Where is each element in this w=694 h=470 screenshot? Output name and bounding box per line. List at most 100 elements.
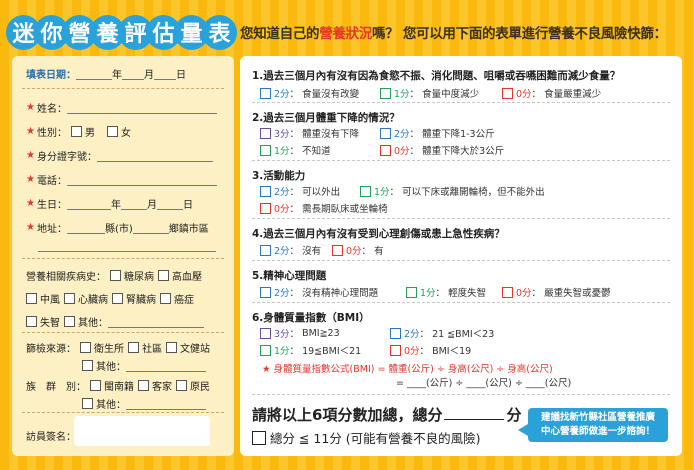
q3-option-0[interactable]: 0分：需長期臥床或坐輪椅 xyxy=(260,201,388,215)
disease-row-3: 失智 其他： xyxy=(26,314,204,329)
disease-checkbox[interactable] xyxy=(26,316,37,327)
q6-option-2[interactable]: 2分： 21 ≦BMI＜23 xyxy=(390,326,494,340)
risk-verdict-row: 總分 ≦ 11分 (可能有營養不良的風險) xyxy=(252,428,481,447)
q5-option-1[interactable]: 1分：輕度失智 xyxy=(406,285,486,299)
q2-option-1[interactable]: 1分：不知道 xyxy=(260,143,331,157)
divider xyxy=(252,260,670,261)
checkbox[interactable] xyxy=(380,144,391,156)
checkbox[interactable] xyxy=(332,244,343,256)
q5-option-0[interactable]: 0分：嚴重失智或憂鬱 xyxy=(502,285,611,299)
checkbox[interactable] xyxy=(260,202,271,214)
address-town-field[interactable] xyxy=(132,222,169,234)
birth-year-field[interactable] xyxy=(66,198,111,210)
checkbox[interactable] xyxy=(380,87,391,99)
phone-row: ★ 電話： xyxy=(26,172,217,187)
q3-option-2[interactable]: 2分：可以外出 xyxy=(260,184,340,198)
source-other-checkbox[interactable] xyxy=(82,360,93,371)
checkbox[interactable] xyxy=(406,286,417,298)
q2-option-0[interactable]: 0分：體重下降大於3公斤 xyxy=(380,143,504,157)
q6-option-0[interactable]: 0分： BMI＜19 xyxy=(390,343,471,357)
q1-option-1[interactable]: 1分：食量中度減少 xyxy=(380,86,479,100)
checkbox[interactable] xyxy=(390,327,401,339)
q1-option-0[interactable]: 0分：食量嚴重減少 xyxy=(502,86,601,100)
source-checkbox[interactable] xyxy=(80,342,91,353)
question-4: 4.過去三個月內有沒有受到心理創傷或患上急性疾病？ xyxy=(252,228,505,240)
birth-row: ★ 生日： 年 月 日 xyxy=(26,198,193,211)
birth-month-field[interactable] xyxy=(120,198,147,210)
q2-option-2[interactable]: 2分：體重下降1-3公斤 xyxy=(380,126,495,140)
divider xyxy=(252,394,670,395)
total-score-field[interactable] xyxy=(444,406,505,420)
divider xyxy=(22,412,224,413)
ethnic-checkbox[interactable] xyxy=(138,380,149,391)
ethnic-other-row: 其他： xyxy=(78,396,206,411)
q6-option-3[interactable]: 3分： BMI≧23 xyxy=(260,326,340,340)
title-char: 養 xyxy=(92,16,123,48)
phone-field[interactable] xyxy=(66,174,217,186)
disease-other-checkbox[interactable] xyxy=(64,316,75,327)
form-title: 迷你營養評估量表 xyxy=(8,14,235,50)
risk-checkbox[interactable] xyxy=(252,430,266,445)
disease-checkbox[interactable] xyxy=(110,270,121,281)
q2-option-3[interactable]: 3分：體重沒有下降 xyxy=(260,126,359,140)
checkbox[interactable] xyxy=(502,286,513,298)
bmi-formula-fill: = ____(公斤) ÷ ____(公尺) ÷ ____(公尺) xyxy=(396,378,572,389)
checkbox[interactable] xyxy=(260,244,271,256)
address-detail-field[interactable] xyxy=(38,240,216,252)
source-other-row: 其他： xyxy=(78,358,206,373)
year-field[interactable] xyxy=(76,68,112,80)
id-field[interactable] xyxy=(96,150,213,162)
q6-option-1[interactable]: 1分： 19≦BMI＜21 xyxy=(260,343,361,357)
question-6: 6.身體質量指數（BMI） xyxy=(252,312,370,324)
disease-checkbox[interactable] xyxy=(64,293,75,304)
checkbox[interactable] xyxy=(380,127,391,139)
ethnic-row: 族 群 別： 閩南籍 客家 原民 xyxy=(26,378,210,393)
visitor-signature-field[interactable] xyxy=(74,416,210,446)
checkbox[interactable] xyxy=(502,87,513,99)
checkbox[interactable] xyxy=(260,327,271,339)
divider xyxy=(22,258,224,259)
gender-female-checkbox[interactable] xyxy=(106,126,118,137)
checkbox[interactable] xyxy=(260,344,271,356)
id-label: 身分證字號： xyxy=(36,152,97,163)
title-char: 評 xyxy=(120,16,151,48)
phone-label: 電話： xyxy=(36,176,67,187)
checkbox[interactable] xyxy=(260,87,271,99)
disease-checkbox[interactable] xyxy=(112,293,123,304)
ethnic-other-field[interactable] xyxy=(126,398,206,410)
checkbox[interactable] xyxy=(260,144,271,156)
source-checkbox[interactable] xyxy=(128,342,139,353)
disease-checkbox[interactable] xyxy=(26,293,37,304)
checkbox[interactable] xyxy=(260,127,271,139)
checkbox[interactable] xyxy=(260,286,271,298)
disease-other-field[interactable] xyxy=(108,316,204,328)
gender-male-checkbox[interactable] xyxy=(70,126,82,137)
q1-option-2[interactable]: 2分：食量沒有改變 xyxy=(260,86,359,100)
gender-row: ★ 性別： 男 女 xyxy=(26,126,131,139)
ethnic-checkbox[interactable] xyxy=(90,380,101,391)
checkbox[interactable] xyxy=(390,344,401,356)
visitor-label: 訪員簽名： xyxy=(26,432,76,443)
q4-option-0[interactable]: 0分：有 xyxy=(332,243,384,257)
ethnic-other-checkbox[interactable] xyxy=(82,398,93,409)
birth-day-field[interactable] xyxy=(156,198,183,210)
date-label: 填表日期： xyxy=(26,70,76,81)
disease-row-1: 營養相關疾病史： 糖尿病 高血壓 xyxy=(26,268,202,283)
ethnic-checkbox[interactable] xyxy=(176,380,187,391)
name-field[interactable] xyxy=(66,102,217,114)
checkbox[interactable] xyxy=(360,185,371,197)
source-other-field[interactable] xyxy=(126,360,206,372)
day-field[interactable] xyxy=(154,68,176,80)
divider xyxy=(22,88,224,89)
source-checkbox[interactable] xyxy=(166,342,177,353)
checkbox[interactable] xyxy=(260,185,271,197)
address-county-field[interactable] xyxy=(66,222,105,234)
disease-checkbox[interactable] xyxy=(160,293,171,304)
personal-info-card: 填表日期： 年 月 日 ★ 姓名： ★ 性別： 男 女 ★ 身分證字號： ★ 電話： ★… xyxy=(12,56,234,456)
month-field[interactable] xyxy=(122,68,144,80)
q4-option-2[interactable]: 2分：沒有 xyxy=(260,243,321,257)
address-line2 xyxy=(38,240,216,252)
q3-option-1[interactable]: 1分：可以下床或離開輪椅，但不能外出 xyxy=(360,184,545,198)
disease-checkbox[interactable] xyxy=(158,270,169,281)
q5-option-2[interactable]: 2分：沒有精神心理問題 xyxy=(260,285,378,299)
